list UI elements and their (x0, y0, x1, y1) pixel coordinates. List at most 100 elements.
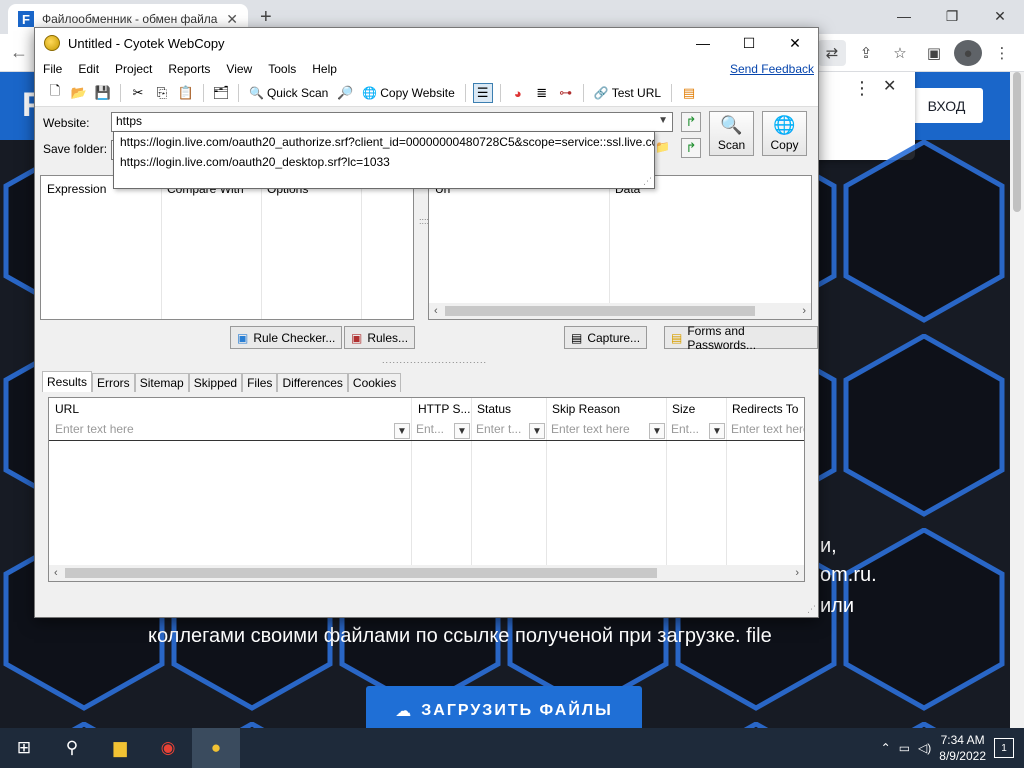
window-resize-grip-icon[interactable]: ⋰ (807, 604, 816, 615)
pie-chart-icon[interactable]: ◕ (508, 83, 528, 103)
menu-tools[interactable]: Tools (260, 62, 304, 76)
sitemap-icon[interactable]: ⊶ (556, 83, 576, 103)
tab-cookies[interactable]: Cookies (347, 373, 402, 392)
save-project-icon[interactable]: 💾 (93, 83, 113, 103)
paste-icon[interactable]: 📋 (176, 83, 196, 103)
redirects-to-filter-input[interactable]: Enter text here (731, 422, 804, 440)
browser-close-icon[interactable]: ✕ (976, 0, 1024, 32)
scroll-right-icon[interactable]: › (802, 305, 806, 317)
quick-scan-button[interactable]: 🔍 Quick Scan (246, 86, 331, 100)
column-header-size[interactable]: Size (672, 402, 695, 416)
forms-list[interactable]: Url Data ‹ › (428, 175, 812, 320)
popup-more-icon[interactable]: ⋮ (853, 78, 871, 99)
status-filter-input[interactable]: Enter t... (476, 422, 528, 440)
tray-chevron-up-icon[interactable]: ⌃ (881, 741, 891, 755)
tab-differences[interactable]: Differences (277, 373, 348, 392)
skip-reason-filter-input[interactable]: Enter text here (551, 422, 645, 440)
browse-folder-icon[interactable]: 📁 (655, 140, 673, 158)
windows-start-icon[interactable]: ⊞ (0, 728, 48, 768)
scrollbar-thumb[interactable] (65, 568, 657, 578)
column-header-redirects-to[interactable]: Redirects To (732, 402, 798, 416)
browser-restore-icon[interactable]: ❐ (928, 0, 976, 32)
notifications-icon[interactable]: 1 (994, 738, 1014, 758)
copy-website-button[interactable]: 🌐 Copy Website (359, 86, 457, 100)
clock[interactable]: 7:34 AM 8/9/2022 (939, 732, 986, 764)
column-header-url[interactable]: URL (55, 402, 79, 416)
tab-results[interactable]: Results (42, 371, 93, 392)
filter-icon[interactable]: ▼ (709, 423, 725, 439)
website-url-combobox[interactable]: https ▼ (111, 112, 673, 132)
scroll-left-icon[interactable]: ‹ (434, 305, 438, 317)
column-header-expression[interactable]: Expression (47, 182, 106, 196)
column-header-status[interactable]: Status (477, 402, 511, 416)
scroll-right-icon[interactable]: › (795, 567, 799, 579)
tab-skipped[interactable]: Skipped (188, 373, 243, 392)
list-icon[interactable]: ≣ (532, 83, 552, 103)
log-view-icon[interactable]: ☰ (472, 83, 493, 103)
menu-view[interactable]: View (218, 62, 260, 76)
chevron-down-icon[interactable]: ▼ (658, 115, 668, 126)
resize-grip-icon[interactable]: ⋰ (643, 176, 652, 187)
copy-icon[interactable]: ⎘ (152, 83, 172, 103)
search-icon[interactable]: ⚲ (48, 728, 96, 768)
maximize-icon[interactable]: ☐ (726, 28, 772, 58)
menu-help[interactable]: Help (304, 62, 345, 76)
autocomplete-item[interactable]: https://login.live.com/oauth20_authorize… (114, 132, 654, 152)
menu-edit[interactable]: Edit (70, 62, 107, 76)
tab-files[interactable]: Files (242, 373, 278, 392)
network-icon[interactable]: ▭ (899, 741, 910, 755)
browser-menu-icon[interactable]: ⋮ (988, 40, 1016, 66)
scrollbar-thumb[interactable] (445, 306, 755, 316)
test-url-button[interactable]: 🔗 Test URL (591, 86, 664, 100)
rules-list[interactable]: Expression Compare With Options (40, 175, 414, 320)
url-filter-input[interactable]: Enter text here (55, 422, 385, 440)
new-tab-button[interactable]: + (260, 6, 272, 29)
capture-button[interactable]: ▤ Capture... (564, 326, 648, 349)
forms-horizontal-scrollbar[interactable]: ‹ › (429, 303, 811, 319)
chrome-icon[interactable]: ◉ (144, 728, 192, 768)
rule-checker-button[interactable]: ▣ Rule Checker... (230, 326, 343, 349)
minimize-icon[interactable]: — (680, 28, 726, 58)
rules-button[interactable]: ▣ Rules... (344, 326, 416, 349)
vertical-splitter[interactable]: ::::::::::::::: (419, 217, 457, 308)
http-status-filter-input[interactable]: Ent... (416, 422, 450, 440)
filter-icon[interactable]: ▼ (394, 423, 410, 439)
close-icon[interactable]: ✕ (772, 28, 818, 58)
popup-close-icon[interactable]: ✕ (883, 76, 896, 96)
tab-close-icon[interactable]: ✕ (226, 11, 238, 28)
filter-icon[interactable]: ▼ (649, 423, 665, 439)
webcopy-taskbar-icon[interactable]: ● (192, 728, 240, 768)
copy-button[interactable]: 🌐 Copy (762, 111, 807, 156)
go-arrow-button-2[interactable]: ↱ (681, 138, 701, 158)
volume-icon[interactable]: ◁) (918, 741, 931, 755)
project-properties-icon[interactable]: 🗂 (211, 83, 231, 103)
results-horizontal-scrollbar[interactable]: ‹ › (49, 565, 804, 581)
column-header-http-status[interactable]: HTTP S... (418, 402, 470, 416)
share-icon[interactable]: ⇪ (852, 40, 880, 66)
scan-icon[interactable]: 🔎 (335, 83, 355, 103)
filter-icon[interactable]: ▼ (454, 423, 470, 439)
filter-icon[interactable]: ▼ (529, 423, 545, 439)
horizontal-splitter[interactable]: .............................. (382, 356, 486, 365)
upload-files-button[interactable]: ☁ ЗАГРУЗИТЬ ФАЙЛЫ (366, 686, 642, 728)
file-explorer-icon[interactable]: ▆ (96, 728, 144, 768)
forms-passwords-button[interactable]: ▤ Forms and Passwords... (664, 324, 818, 352)
menu-project[interactable]: Project (107, 62, 160, 76)
menu-reports[interactable]: Reports (160, 62, 218, 76)
tab-sitemap[interactable]: Sitemap (134, 373, 189, 392)
open-project-icon[interactable]: 📂 (69, 83, 89, 103)
results-grid[interactable]: URL Enter text here ▼ HTTP S... Ent... ▼… (48, 397, 805, 582)
tab-errors[interactable]: Errors (92, 373, 135, 392)
size-filter-input[interactable]: Ent... (671, 422, 707, 440)
profile-icon[interactable]: ● (954, 40, 982, 66)
browser-minimize-icon[interactable]: — (880, 0, 928, 32)
send-feedback-link[interactable]: Send Feedback (730, 62, 814, 76)
page-scrollbar-thumb[interactable] (1013, 72, 1021, 212)
scroll-left-icon[interactable]: ‹ (54, 567, 58, 579)
autocomplete-item[interactable]: https://login.live.com/oauth20_desktop.s… (114, 152, 654, 172)
scan-button[interactable]: 🔍 Scan (709, 111, 754, 156)
column-header-skip-reason[interactable]: Skip Reason (552, 402, 620, 416)
go-arrow-button[interactable]: ↱ (681, 112, 701, 132)
new-project-icon[interactable]: 🗋 (45, 83, 65, 103)
side-panel-icon[interactable]: ▣ (920, 40, 948, 66)
